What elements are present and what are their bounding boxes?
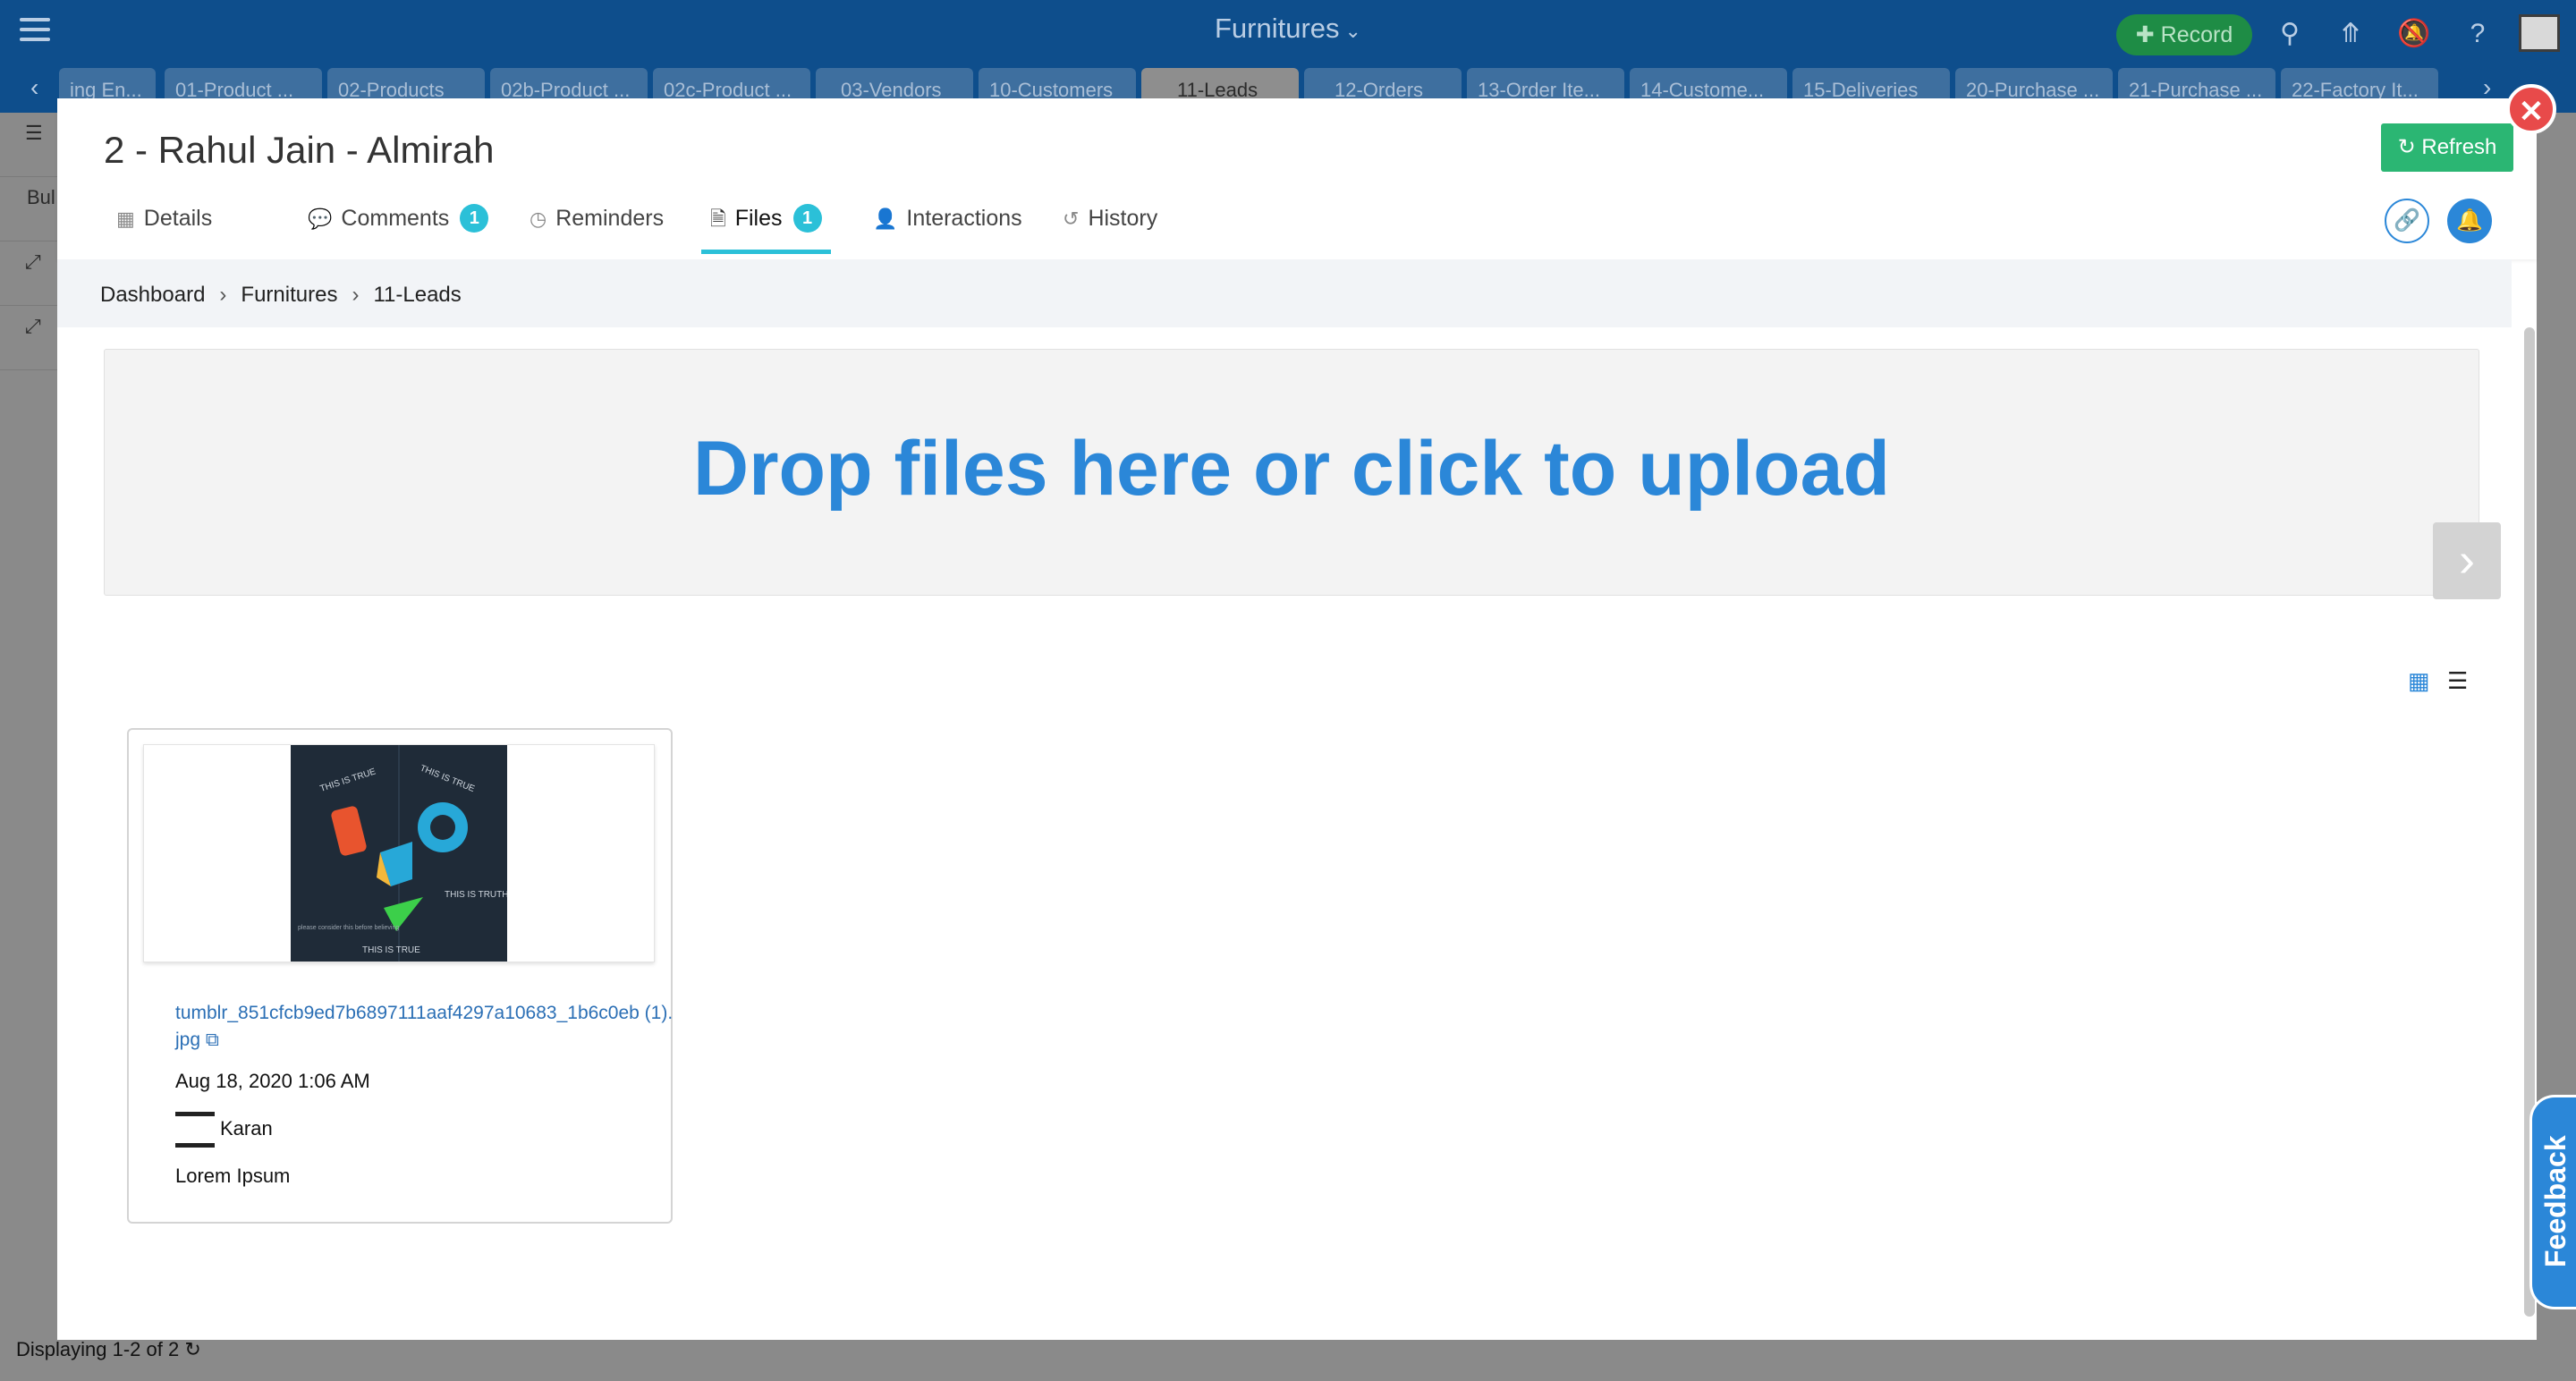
tabs-scroll-left-icon[interactable]: ‹ [30, 73, 38, 102]
copy-link-icon[interactable]: 🔗 [2385, 199, 2429, 243]
file-dropzone[interactable]: Drop files here or click to upload [104, 349, 2479, 596]
upload-icon[interactable]: ⤊ [2334, 18, 2367, 50]
background-partial-label: Bul [0, 177, 57, 241]
records-count-text: Displaying 1-2 of 2 [16, 1338, 180, 1360]
reload-icon[interactable]: ↻ [179, 1338, 200, 1360]
list-view-icon[interactable]: ☰ [2447, 667, 2476, 694]
list-view-icon: ☰ [0, 113, 57, 177]
uploader-name: Karan [220, 1117, 273, 1140]
user-avatar[interactable] [2519, 14, 2560, 52]
notifications-muted-icon[interactable]: 🔕 [2397, 18, 2430, 50]
tab-details[interactable]: ▦ Details [116, 200, 212, 254]
tab-files[interactable]: 🗎 Files 1 [701, 200, 830, 254]
app-top-bar: Furnitures ⌄ ✚ Record ⚲ ⤊ 🔕 ? [0, 0, 2576, 66]
record-modal-header: 2 - Rahul Jain - Almirah ↻ Refresh 🔗 🔔 ▦… [57, 98, 2537, 259]
history-icon: ↺ [1063, 208, 1080, 230]
background-grid-edge-right [2537, 113, 2576, 327]
file-upload-date: Aug 18, 2020 1:06 AM [175, 1070, 370, 1092]
breadcrumb: Dashboard › Furnitures › 11-Leads [57, 259, 2512, 327]
tab-details-label: Details [143, 206, 213, 231]
tab-history[interactable]: ↺ History [1063, 200, 1157, 254]
search-icon[interactable]: ⚲ [2274, 18, 2306, 50]
breadcrumb-app[interactable]: Furnitures [241, 283, 337, 307]
breadcrumb-dashboard[interactable]: Dashboard [100, 283, 205, 307]
close-modal-button[interactable]: ✕ [2506, 84, 2556, 134]
comments-count-badge: 1 [460, 204, 489, 233]
comments-icon: 💬 [308, 208, 333, 230]
file-thumbnail-image: THIS IS TRUE THIS IS TRUE THIS IS TRUTH … [291, 745, 507, 962]
add-record-button[interactable]: ✚ Record [2116, 14, 2252, 55]
thumb-text: please consider this before believing [298, 925, 399, 931]
file-description: Lorem Ipsum [175, 1165, 291, 1187]
add-record-label: Record [2160, 22, 2233, 47]
tab-reminders-label: Reminders [555, 206, 665, 231]
record-title: 2 - Rahul Jain - Almirah [104, 129, 495, 171]
record-modal: 2 - Rahul Jain - Almirah ↻ Refresh 🔗 🔔 ▦… [57, 98, 2537, 1340]
app-title-text: Furnitures [1215, 13, 1340, 44]
feedback-tab[interactable]: Feedback [2529, 1095, 2576, 1309]
tab-interactions[interactable]: 👤 Interactions [873, 200, 1022, 254]
tab-reminders[interactable]: ◷ Reminders [530, 200, 664, 254]
background-grid-edge: ☰ Bul ⤢ ⤢ [0, 113, 57, 739]
plus-icon: ✚ [2135, 22, 2155, 47]
dropzone-prompt: Drop files here or click to upload [692, 426, 1891, 512]
help-icon[interactable]: ? [2462, 18, 2494, 50]
file-name-link[interactable]: tumblr_851cfcb9ed7b6897111aaf4297a10683_… [175, 1000, 676, 1054]
breadcrumb-separator-icon: › [352, 283, 360, 307]
bell-icon[interactable]: 🔔 [2447, 199, 2492, 243]
expand-row-icon: ⤢ [0, 306, 57, 370]
tab-history-label: History [1088, 206, 1158, 231]
tab-comments[interactable]: 💬 Comments 1 [308, 200, 489, 254]
file-icon: 🗎 [710, 208, 726, 230]
file-card: THIS IS TRUE THIS IS TRUE THIS IS TRUTH … [127, 728, 673, 1224]
feedback-label: Feedback [2539, 1135, 2572, 1267]
thumb-text: THIS IS TRUE [362, 945, 420, 955]
tab-comments-label: Comments [341, 206, 450, 231]
refresh-button[interactable]: ↻ Refresh [2381, 123, 2513, 172]
tab-files-label: Files [734, 206, 783, 231]
chevron-down-icon: ⌄ [1344, 20, 1361, 42]
expand-row-icon: ⤢ [0, 241, 57, 306]
tab-interactions-label: Interactions [906, 206, 1022, 231]
files-count-badge: 1 [792, 204, 822, 233]
file-uploader: Karan [175, 1109, 273, 1148]
next-record-button[interactable]: › [2433, 522, 2501, 599]
file-name-text: tumblr_851cfcb9ed7b6897111aaf4297a10683_… [175, 1003, 674, 1050]
refresh-icon: ↻ [2397, 135, 2416, 159]
thumb-text: THIS IS TRUTH [445, 890, 507, 900]
uploader-avatar [175, 1112, 215, 1148]
grid-view-icon[interactable]: ▦ [2408, 667, 2436, 694]
breadcrumb-table[interactable]: 11-Leads [373, 283, 461, 307]
clock-icon: ◷ [530, 208, 547, 230]
file-thumbnail-frame[interactable]: THIS IS TRUE THIS IS TRUE THIS IS TRUTH … [143, 744, 655, 962]
external-link-icon[interactable]: ⧉ [206, 1029, 219, 1050]
user-icon: 👤 [873, 208, 898, 230]
records-count-status: Displaying 1-2 of 2 ↻ [16, 1338, 201, 1361]
table-icon: ▦ [116, 208, 135, 230]
breadcrumb-separator-icon: › [219, 283, 227, 307]
refresh-label: Refresh [2421, 135, 2497, 159]
